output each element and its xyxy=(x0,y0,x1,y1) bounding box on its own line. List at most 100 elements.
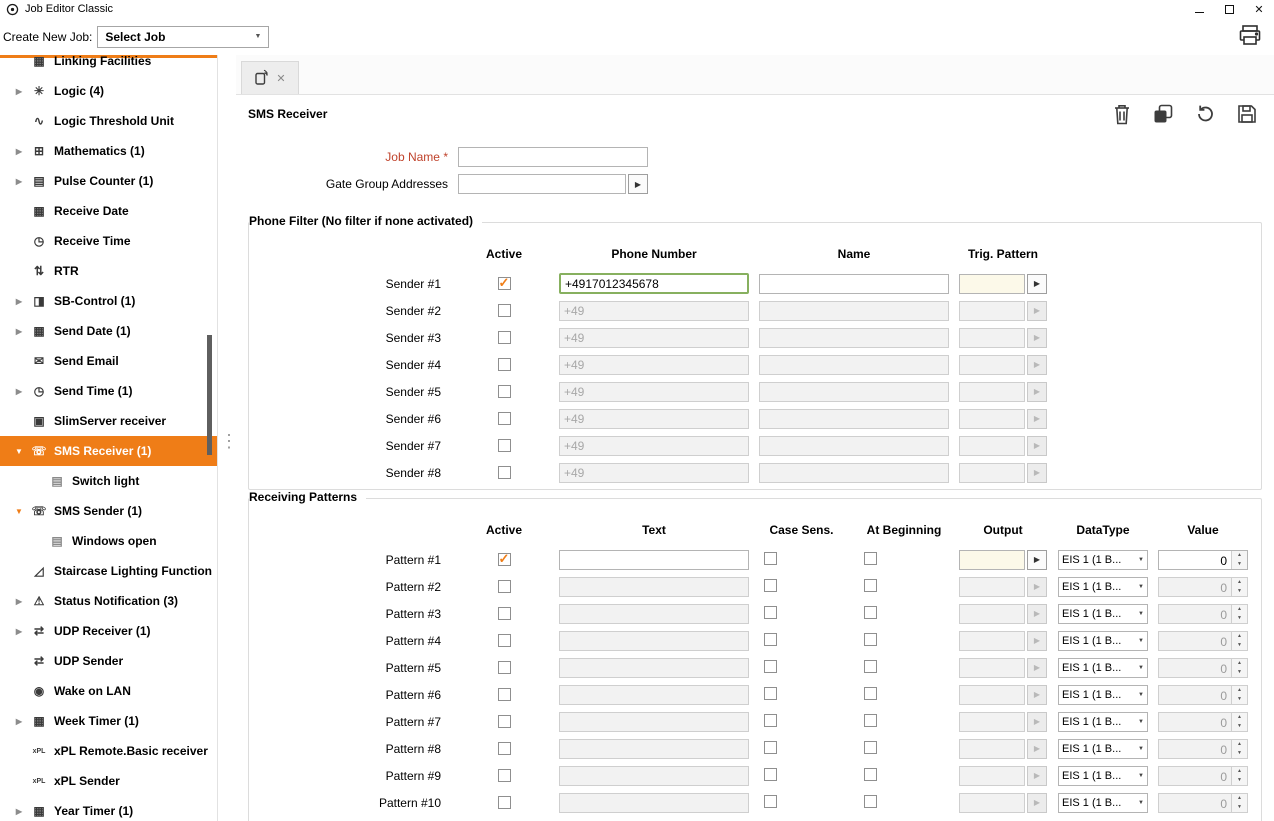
reset-button[interactable] xyxy=(1194,103,1216,125)
active-checkbox[interactable] xyxy=(498,580,511,593)
active-checkbox[interactable] xyxy=(498,439,511,452)
phone-number-input[interactable] xyxy=(559,382,749,402)
sidebar-item-rtr[interactable]: ⇅RTR xyxy=(0,256,217,286)
value-spinner[interactable]: 0▲▼ xyxy=(1158,739,1248,759)
sidebar-item-send-email[interactable]: ✉Send Email xyxy=(0,346,217,376)
sidebar-item-xpl-sender[interactable]: xPLxPL Sender xyxy=(0,766,217,796)
output-expand-button[interactable]: ▶ xyxy=(1027,577,1047,597)
output-input[interactable] xyxy=(959,712,1025,732)
spin-down-icon[interactable]: ▼ xyxy=(1232,695,1247,704)
sidebar-item-logic-4[interactable]: ▶✳Logic (4) xyxy=(0,76,217,106)
output-input[interactable] xyxy=(959,577,1025,597)
active-checkbox[interactable] xyxy=(498,715,511,728)
datatype-select[interactable]: EIS 1 (1 B...▼ xyxy=(1058,766,1148,786)
text-input[interactable] xyxy=(559,739,749,759)
trig-pattern-expand-button[interactable]: ▶ xyxy=(1027,463,1047,483)
expander-right-icon[interactable]: ▶ xyxy=(8,717,30,726)
case-sens-checkbox[interactable] xyxy=(764,579,777,592)
case-sens-checkbox[interactable] xyxy=(764,687,777,700)
tab-close-icon[interactable]: ✕ xyxy=(276,72,285,85)
sidebar-item-staircase-lighting-function[interactable]: ◿Staircase Lighting Function xyxy=(0,556,217,586)
spin-up-icon[interactable]: ▲ xyxy=(1232,767,1247,776)
spin-up-icon[interactable]: ▲ xyxy=(1232,794,1247,803)
output-expand-button[interactable]: ▶ xyxy=(1027,793,1047,813)
spin-up-icon[interactable]: ▲ xyxy=(1232,605,1247,614)
output-input[interactable] xyxy=(959,550,1025,570)
trig-pattern-expand-button[interactable]: ▶ xyxy=(1027,328,1047,348)
spin-down-icon[interactable]: ▼ xyxy=(1232,749,1247,758)
trig-pattern-input[interactable] xyxy=(959,274,1025,294)
sidebar-item-logic-threshold-unit[interactable]: ∿Logic Threshold Unit xyxy=(0,106,217,136)
sidebar-item-send-date-1[interactable]: ▶▦Send Date (1) xyxy=(0,316,217,346)
trig-pattern-input[interactable] xyxy=(959,409,1025,429)
active-checkbox[interactable] xyxy=(498,385,511,398)
expander-right-icon[interactable]: ▶ xyxy=(8,627,30,636)
spin-down-icon[interactable]: ▼ xyxy=(1232,560,1247,569)
value-spinner[interactable]: 0▲▼ xyxy=(1158,712,1248,732)
value-spinner[interactable]: 0▲▼ xyxy=(1158,658,1248,678)
datatype-select[interactable]: EIS 1 (1 B...▼ xyxy=(1058,658,1148,678)
output-input[interactable] xyxy=(959,685,1025,705)
spin-down-icon[interactable]: ▼ xyxy=(1232,587,1247,596)
job-name-input[interactable] xyxy=(458,147,648,167)
expander-right-icon[interactable]: ▶ xyxy=(8,597,30,606)
value-spinner[interactable]: 0▲▼ xyxy=(1158,604,1248,624)
splitter-handle[interactable]: ⋮ xyxy=(220,433,232,467)
name-input[interactable] xyxy=(759,328,949,348)
text-input[interactable] xyxy=(559,550,749,570)
value-spinner[interactable]: 0▲▼ xyxy=(1158,550,1248,570)
phone-number-input[interactable] xyxy=(559,463,749,483)
output-input[interactable] xyxy=(959,793,1025,813)
spin-up-icon[interactable]: ▲ xyxy=(1232,551,1247,560)
trig-pattern-input[interactable] xyxy=(959,355,1025,375)
spin-up-icon[interactable]: ▲ xyxy=(1232,740,1247,749)
active-checkbox[interactable] xyxy=(498,466,511,479)
case-sens-checkbox[interactable] xyxy=(764,714,777,727)
sidebar-scrollbar[interactable] xyxy=(207,55,213,821)
datatype-select[interactable]: EIS 1 (1 B...▼ xyxy=(1058,685,1148,705)
at-beginning-checkbox[interactable] xyxy=(864,768,877,781)
close-button[interactable]: ✕ xyxy=(1244,0,1274,18)
text-input[interactable] xyxy=(559,658,749,678)
output-expand-button[interactable]: ▶ xyxy=(1027,631,1047,651)
sidebar-item-status-notification-3[interactable]: ▶⚠Status Notification (3) xyxy=(0,586,217,616)
gate-group-input[interactable] xyxy=(458,174,626,194)
at-beginning-checkbox[interactable] xyxy=(864,741,877,754)
value-spinner[interactable]: 0▲▼ xyxy=(1158,577,1248,597)
expander-down-icon[interactable]: ▼ xyxy=(8,507,30,516)
output-expand-button[interactable]: ▶ xyxy=(1027,658,1047,678)
output-expand-button[interactable]: ▶ xyxy=(1027,604,1047,624)
sidebar-item-receive-date[interactable]: ▦Receive Date xyxy=(0,196,217,226)
expander-right-icon[interactable]: ▶ xyxy=(8,297,30,306)
text-input[interactable] xyxy=(559,793,749,813)
datatype-select[interactable]: EIS 1 (1 B...▼ xyxy=(1058,712,1148,732)
delete-button[interactable] xyxy=(1112,103,1132,125)
sidebar-item-sms-sender-1[interactable]: ▼☏SMS Sender (1) xyxy=(0,496,217,526)
name-input[interactable] xyxy=(759,274,949,294)
spin-down-icon[interactable]: ▼ xyxy=(1232,641,1247,650)
scrollbar-thumb[interactable] xyxy=(207,335,212,455)
phone-number-input[interactable] xyxy=(559,273,749,294)
name-input[interactable] xyxy=(759,463,949,483)
active-checkbox[interactable] xyxy=(498,742,511,755)
text-input[interactable] xyxy=(559,685,749,705)
sidebar-item-sms-receiver-1[interactable]: ▼☏SMS Receiver (1) xyxy=(0,436,217,466)
sidebar-item-send-time-1[interactable]: ▶◷Send Time (1) xyxy=(0,376,217,406)
case-sens-checkbox[interactable] xyxy=(764,606,777,619)
sidebar-item-pulse-counter-1[interactable]: ▶▤Pulse Counter (1) xyxy=(0,166,217,196)
case-sens-checkbox[interactable] xyxy=(764,660,777,673)
trig-pattern-input[interactable] xyxy=(959,328,1025,348)
trig-pattern-expand-button[interactable]: ▶ xyxy=(1027,436,1047,456)
text-input[interactable] xyxy=(559,631,749,651)
sidebar-item-week-timer-1[interactable]: ▶▦Week Timer (1) xyxy=(0,706,217,736)
sidebar-item-wake-on-lan[interactable]: ◉Wake on LAN xyxy=(0,676,217,706)
active-checkbox[interactable] xyxy=(498,358,511,371)
save-button[interactable] xyxy=(1236,103,1258,125)
text-input[interactable] xyxy=(559,604,749,624)
active-checkbox[interactable]: ✓ xyxy=(498,553,511,566)
output-expand-button[interactable]: ▶ xyxy=(1027,739,1047,759)
text-input[interactable] xyxy=(559,766,749,786)
spin-down-icon[interactable]: ▼ xyxy=(1232,803,1247,812)
active-checkbox[interactable] xyxy=(498,661,511,674)
case-sens-checkbox[interactable] xyxy=(764,633,777,646)
